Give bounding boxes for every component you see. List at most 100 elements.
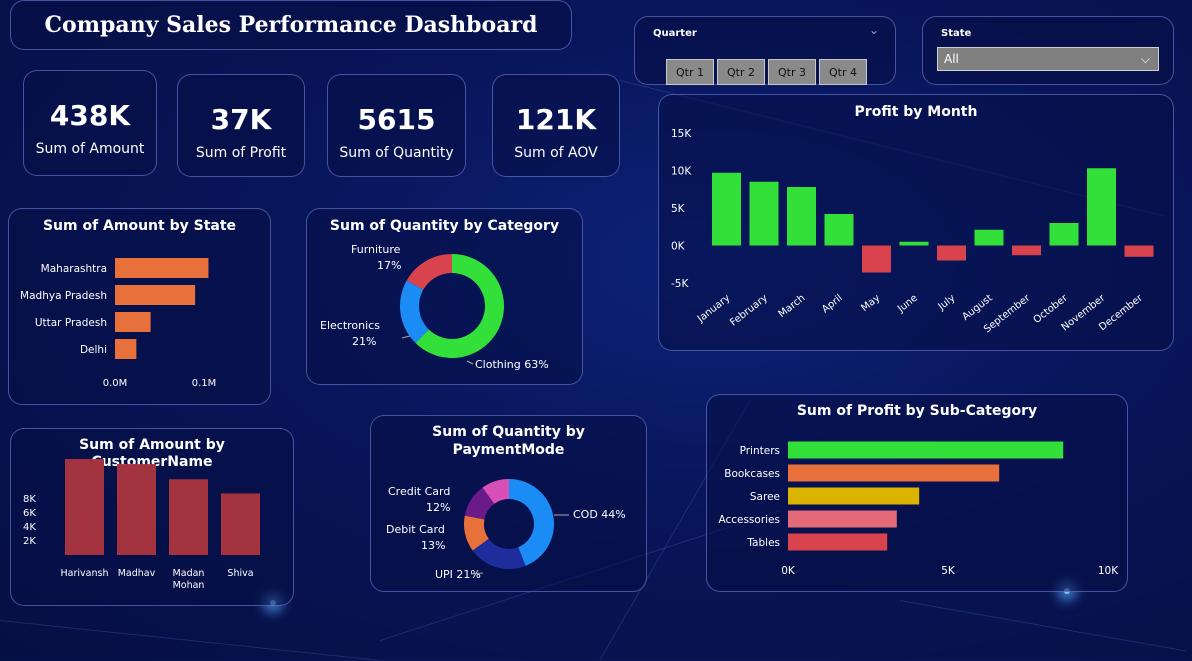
slice-label: Credit Card	[388, 485, 450, 498]
kpi-label: Sum of Quantity	[339, 145, 454, 161]
qty-by-category-card: Sum of Quantity by Category Clothing 63%…	[306, 208, 583, 385]
quarter-slicer-label: Quarter	[653, 28, 697, 39]
bar	[115, 312, 151, 332]
kpi-value: 121K	[515, 103, 597, 136]
bar	[787, 187, 816, 246]
slice-label: 12%	[426, 501, 450, 514]
chevron-down-icon[interactable]: ⌄	[869, 23, 879, 37]
kpi-card-profit[interactable]: 37K Sum of Profit	[177, 74, 305, 177]
bar	[115, 285, 196, 305]
bar	[1124, 245, 1154, 257]
kpi-label: Sum of Amount	[35, 141, 145, 157]
bar	[115, 339, 137, 359]
tick-label: 10K	[671, 166, 692, 178]
bar	[65, 459, 104, 555]
category-label: Printers	[740, 445, 780, 457]
bar	[788, 533, 888, 551]
tick-label: 0.1M	[192, 378, 217, 389]
qty-by-payment-chart: COD 44% UPI 21% Debit Card 13% Credit Card 12…	[386, 479, 626, 581]
tick-label: -5K	[671, 278, 689, 290]
category-label: Madhya Pradesh	[20, 290, 107, 302]
tick-label: 10K	[1098, 565, 1119, 577]
quarter-button-q4[interactable]: Qtr 4	[819, 59, 867, 85]
bar	[1049, 223, 1079, 246]
category-label: Delhi	[80, 344, 107, 356]
category-label: Madhav	[118, 568, 156, 579]
kpi-value: 438K	[49, 99, 131, 132]
dashboard-title: Company Sales Performance Dashboard	[44, 12, 538, 38]
kpi-value: 37K	[210, 103, 272, 136]
profit-by-subcategory-card: Sum of Profit by Sub-Category Printers Bo…	[706, 394, 1128, 592]
qty-by-category-chart: Clothing 63% Electronics 21% Furniture 17%	[320, 243, 549, 371]
category-label: Madan	[173, 568, 205, 579]
kpi-value: 5615	[357, 103, 436, 136]
kpi-card-amount[interactable]: 438K Sum of Amount	[23, 70, 157, 176]
category-label: March	[777, 293, 808, 320]
bar	[1012, 245, 1041, 256]
donut-slice	[400, 280, 429, 344]
tick-label: 0.0M	[103, 378, 128, 389]
category-label: February	[728, 293, 770, 329]
state-slicer-label: State	[941, 28, 972, 39]
quarter-button-q2[interactable]: Qtr 2	[717, 59, 765, 85]
category-label: January	[695, 293, 732, 326]
profit-by-subcategory-chart: Printers Bookcases Saree Accessories Tables 0…	[718, 441, 1119, 577]
kpi-card-quantity[interactable]: 5615 Sum of Quantity	[327, 74, 466, 177]
bar	[937, 245, 966, 261]
tick-label: 4K	[23, 522, 36, 533]
tick-label: 0K	[781, 565, 796, 577]
quarter-button-q3[interactable]: Qtr 3	[768, 59, 816, 85]
category-label: Harivansh	[61, 568, 109, 579]
tick-label: 6K	[23, 508, 36, 519]
category-label: April	[820, 293, 845, 316]
slice-label: Furniture	[351, 243, 401, 256]
amount-by-customer-card: Sum of Amount by CustomerName 8K 6K 4K 2K Ha…	[10, 428, 294, 606]
category-label: May	[859, 293, 882, 314]
amount-by-state-card: Sum of Amount by State Maharashtra Madhya…	[8, 208, 271, 405]
category-label: Uttar Pradesh	[35, 317, 107, 329]
state-dropdown[interactable]: All ⌵	[937, 47, 1159, 71]
leader-line	[466, 360, 474, 365]
slice-label: COD 44%	[573, 508, 626, 521]
profit-by-month-chart: 15K 10K 5K 0K -5K JanuaryFebruary March April Ma…	[671, 128, 1154, 335]
quarter-button-q1[interactable]: Qtr 1	[666, 59, 714, 85]
category-label: Mohan	[173, 580, 205, 591]
slice-label: 17%	[377, 259, 401, 272]
category-label: June	[895, 293, 920, 316]
tick-label: 0K	[671, 241, 686, 253]
qty-by-payment-card: Sum of Quantity by PaymentMode COD 44% UP…	[370, 415, 647, 592]
slice-label: UPI 21%	[435, 568, 481, 581]
kpi-label: Sum of Profit	[195, 145, 287, 161]
bar	[117, 464, 156, 555]
chevron-down-icon: ⌵	[1140, 52, 1150, 66]
amount-by-customer-chart: 8K 6K 4K 2K Harivansh Madhav MadanMohan Shiva	[23, 459, 260, 591]
bar	[788, 487, 920, 505]
slice-label: 21%	[352, 335, 376, 348]
category-label: Bookcases	[724, 468, 780, 480]
tick-label: 2K	[23, 536, 36, 547]
category-label: Tables	[746, 537, 780, 549]
profit-by-month-card: Profit by Month 15K 10K 5K 0K -5K January Febr…	[658, 94, 1174, 351]
kpi-card-aov[interactable]: 121K Sum of AOV	[492, 74, 620, 177]
bar	[712, 172, 741, 246]
state-dropdown-value: All	[944, 52, 959, 66]
tick-label: 8K	[23, 494, 36, 505]
category-label: Maharashtra	[41, 263, 107, 275]
bar	[169, 479, 208, 555]
bar	[788, 464, 1000, 482]
bar	[749, 181, 779, 246]
bar	[788, 510, 897, 528]
bar	[974, 229, 1004, 246]
leader-line	[401, 335, 411, 339]
dashboard-title-card: Company Sales Performance Dashboard	[10, 0, 572, 50]
bar	[1087, 168, 1116, 246]
category-label: July	[936, 293, 958, 313]
bar	[824, 214, 854, 246]
category-label: Saree	[750, 491, 780, 503]
state-slicer: State All ⌵	[922, 16, 1174, 85]
category-label: August	[960, 293, 994, 323]
bar	[899, 241, 929, 246]
slice-label: 13%	[421, 539, 445, 552]
bar	[221, 493, 260, 555]
kpi-label: Sum of AOV	[514, 145, 598, 161]
